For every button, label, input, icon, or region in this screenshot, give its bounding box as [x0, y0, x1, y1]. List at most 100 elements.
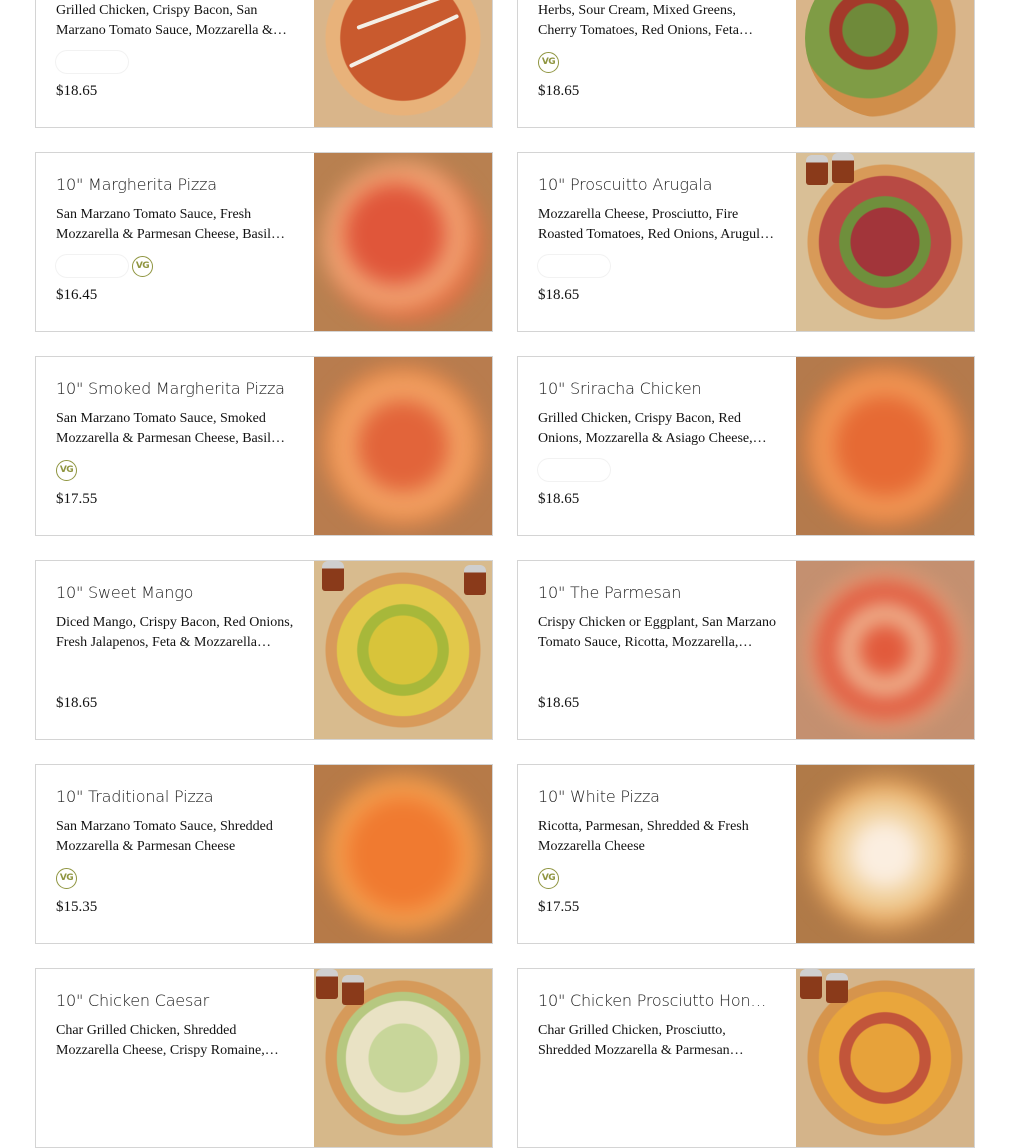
- menu-item-description: Char Grilled Chicken, Shredded Mozzarell…: [56, 1023, 265, 1058]
- menu-item-price: $18.65: [56, 83, 98, 99]
- menu-item-title: 10" Proscuitto Arugala: [538, 175, 713, 194]
- label-badge: [538, 459, 610, 481]
- menu-item-badges: VG: [538, 49, 559, 75]
- menu-item-info: Herbs, Sour Cream, Mixed Greens, Cherry …: [538, 0, 776, 127]
- menu-item-card[interactable]: 10" Chicken Caesar Char Grilled Chicken,…: [35, 968, 493, 1148]
- menu-item-title: 10" Traditional Pizza: [56, 787, 214, 806]
- pizza-photo: [314, 969, 492, 1147]
- menu-item-title: 10" Margherita Pizza: [56, 175, 217, 194]
- menu-item-description: Mozzarella Cheese, Prosciutto, Fire Roas…: [538, 207, 770, 242]
- menu-item-price: $18.65: [538, 491, 580, 507]
- menu-item-info: 10" Traditional Pizza San Marzano Tomato…: [56, 765, 294, 943]
- menu-item-title: 10" Smoked Margherita Pizza: [56, 379, 285, 398]
- menu-item-title: 10" Sweet Mango: [56, 583, 194, 602]
- label-badge: [538, 255, 610, 277]
- menu-item-price: $18.65: [56, 695, 98, 711]
- menu-item-card[interactable]: Herbs, Sour Cream, Mixed Greens, Cherry …: [517, 0, 975, 128]
- menu-item-description: Crispy Chicken or Eggplant, San Marzano …: [538, 615, 776, 650]
- pizza-photo: [796, 969, 974, 1147]
- menu-item-card[interactable]: 10" The Parmesan Crispy Chicken or Eggpl…: [517, 560, 975, 740]
- menu-item-card[interactable]: 10" Sweet Mango Diced Mango, Crispy Baco…: [35, 560, 493, 740]
- menu-item-title: 10" White Pizza: [538, 787, 660, 806]
- spice-jar: [806, 155, 828, 185]
- spice-jar: [832, 153, 854, 183]
- vegetarian-icon: VG: [538, 51, 559, 73]
- menu-item-card[interactable]: 10" Proscuitto Arugala Mozzarella Cheese…: [517, 152, 975, 332]
- menu-item-card[interactable]: 10" White Pizza Ricotta, Parmesan, Shred…: [517, 764, 975, 944]
- vegetarian-icon: VG: [56, 867, 77, 889]
- menu-item-title: 10" Chicken Prosciutto Honey Drizzle: [538, 991, 774, 1010]
- vegetarian-icon: VG: [538, 867, 559, 889]
- menu-item-description: Grilled Chicken, Crispy Bacon, San Marza…: [56, 3, 273, 38]
- menu-item-info: 10" Sweet Mango Diced Mango, Crispy Baco…: [56, 561, 294, 739]
- spice-jar: [464, 565, 486, 595]
- pizza-image: [805, 366, 965, 526]
- spice-jar: [800, 969, 822, 999]
- menu-item-title: 10" Chicken Caesar: [56, 991, 210, 1010]
- menu-item-badges: [538, 253, 610, 279]
- menu-item-price: $18.65: [538, 83, 580, 99]
- menu-item-info: 10" Smoked Margherita Pizza San Marzano …: [56, 357, 294, 535]
- pizza-photo: [796, 357, 974, 535]
- pizza-photo: [314, 0, 492, 127]
- menu-item-badges: VG: [56, 253, 153, 279]
- spice-jar: [342, 975, 364, 1005]
- menu-item-card[interactable]: 10" Traditional Pizza San Marzano Tomato…: [35, 764, 493, 944]
- menu-item-badges: [538, 457, 610, 483]
- menu-item-price: $18.65: [538, 287, 580, 303]
- pizza-image: [805, 570, 965, 730]
- pizza-photo: [314, 561, 492, 739]
- menu-item-info: 10" Margherita Pizza San Marzano Tomato …: [56, 153, 294, 331]
- pizza-photo: [796, 561, 974, 739]
- menu-item-price: $17.55: [538, 899, 580, 915]
- pizza-image: [323, 774, 483, 934]
- menu-item-description: Ricotta, Parmesan, Shredded & Fresh Mozz…: [538, 819, 749, 854]
- menu-item-price: $16.45: [56, 287, 98, 303]
- menu-item-price: $15.35: [56, 899, 98, 915]
- pizza-photo: [796, 153, 974, 331]
- pizza-image: [805, 774, 965, 934]
- pizza-photo: [796, 765, 974, 943]
- menu-item-info: 10" Chicken Prosciutto Honey Drizzle Cha…: [538, 969, 776, 1147]
- vegetarian-icon: VG: [56, 459, 77, 481]
- menu-item-card[interactable]: Grilled Chicken, Crispy Bacon, San Marza…: [35, 0, 493, 128]
- menu-item-info: 10" Proscuitto Arugala Mozzarella Cheese…: [538, 153, 776, 331]
- menu-item-info: 10" The Parmesan Crispy Chicken or Eggpl…: [538, 561, 776, 739]
- menu-item-badges: [56, 49, 128, 75]
- pizza-image: [805, 162, 965, 322]
- menu-item-info: Grilled Chicken, Crispy Bacon, San Marza…: [56, 0, 294, 127]
- menu-item-card[interactable]: 10" Margherita Pizza San Marzano Tomato …: [35, 152, 493, 332]
- menu-section: Grilled Chicken, Crispy Bacon, San Marza…: [15, 0, 995, 1148]
- spice-jar: [316, 969, 338, 999]
- spice-jar: [826, 973, 848, 1003]
- pizza-image: [323, 162, 483, 322]
- label-badge: [56, 255, 128, 277]
- menu-item-description: San Marzano Tomato Sauce, Fresh Mozzarel…: [56, 207, 271, 242]
- pizza-image: [323, 570, 483, 730]
- menu-item-badges: VG: [56, 457, 77, 483]
- menu-item-description: Diced Mango, Crispy Bacon, Red Onions, F…: [56, 615, 294, 650]
- menu-item-title: 10" Sriracha Chicken: [538, 379, 702, 398]
- pizza-image: [323, 0, 483, 118]
- menu-item-price: $17.55: [56, 491, 98, 507]
- menu-item-badges: VG: [538, 865, 559, 891]
- pizza-image: [323, 366, 483, 526]
- menu-item-card[interactable]: 10" Sriracha Chicken Grilled Chicken, Cr…: [517, 356, 975, 536]
- label-badge: [56, 51, 128, 73]
- pizza-photo: [314, 153, 492, 331]
- spice-jar: [322, 561, 344, 591]
- menu-item-card[interactable]: 10" Smoked Margherita Pizza San Marzano …: [35, 356, 493, 536]
- menu-item-description: Char Grilled Chicken, Prosciutto, Shredd…: [538, 1023, 730, 1058]
- menu-item-description: San Marzano Tomato Sauce, Shredded Mozza…: [56, 819, 273, 854]
- pizza-photo: [314, 357, 492, 535]
- menu-item-description: Herbs, Sour Cream, Mixed Greens, Cherry …: [538, 3, 739, 38]
- menu-item-info: 10" Chicken Caesar Char Grilled Chicken,…: [56, 969, 294, 1147]
- menu-item-badges: VG: [56, 865, 77, 891]
- menu-item-card[interactable]: 10" Chicken Prosciutto Honey Drizzle Cha…: [517, 968, 975, 1148]
- pizza-image: [805, 0, 965, 118]
- pizza-photo: [314, 765, 492, 943]
- menu-item-title: 10" The Parmesan: [538, 583, 682, 602]
- menu-item-info: 10" Sriracha Chicken Grilled Chicken, Cr…: [538, 357, 776, 535]
- pizza-photo: [796, 0, 974, 127]
- menu-item-price: $18.65: [538, 695, 580, 711]
